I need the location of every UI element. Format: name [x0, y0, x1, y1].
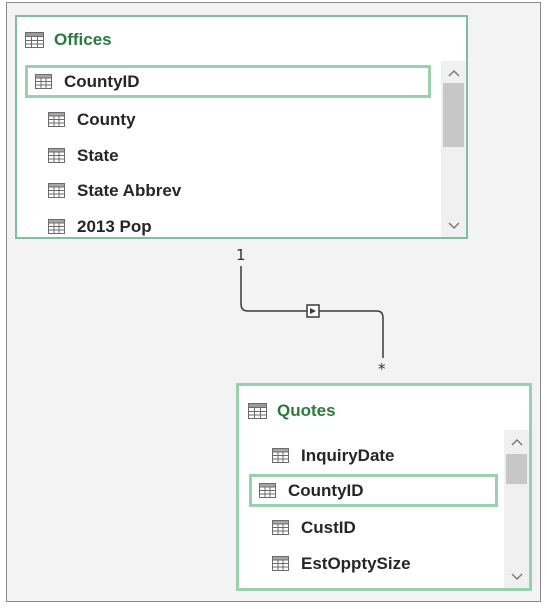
quotes-field-estopptysize[interactable]: EstOpptySize [262, 548, 498, 579]
field-icon [272, 448, 289, 463]
field-icon [48, 183, 65, 198]
quotes-field-countyid[interactable]: CountyID [249, 474, 498, 507]
offices-table[interactable]: Offices CountyID County State State Abbr… [15, 15, 468, 239]
field-icon [259, 483, 276, 498]
offices-header[interactable]: Offices [25, 26, 112, 54]
quotes-field-custid[interactable]: CustID [262, 512, 498, 543]
offices-title: Offices [54, 30, 112, 49]
offices-field-state[interactable]: State [38, 140, 428, 171]
relationship-many-label: * [378, 360, 386, 378]
chevron-up-icon[interactable] [441, 64, 466, 82]
field-label: State [77, 145, 119, 165]
chevron-up-icon[interactable] [504, 433, 529, 451]
field-label: CountyID [64, 71, 140, 91]
field-label: EstOpptySize [301, 553, 411, 573]
offices-field-2013-pop[interactable]: 2013 Pop [38, 211, 428, 236]
field-icon [48, 219, 65, 234]
field-icon [48, 148, 65, 163]
quotes-header[interactable]: Quotes [248, 397, 336, 425]
offices-scroll-thumb[interactable] [443, 83, 464, 147]
chevron-down-icon[interactable] [504, 568, 529, 586]
offices-field-county[interactable]: County [38, 104, 428, 135]
offices-field-state-abbrev[interactable]: State Abbrev [38, 175, 428, 206]
field-icon [272, 556, 289, 571]
quotes-field-inquirydate[interactable]: InquiryDate [262, 440, 498, 471]
field-icon [35, 74, 52, 89]
quotes-scrollbar[interactable] [504, 430, 529, 588]
field-icon [272, 520, 289, 535]
offices-field-countyid[interactable]: CountyID [25, 65, 431, 98]
chevron-down-icon[interactable] [441, 217, 466, 235]
offices-field-list: CountyID County State State Abbrev 2013 … [17, 61, 439, 236]
table-icon [248, 403, 267, 419]
quotes-scroll-thumb[interactable] [506, 454, 527, 484]
quotes-title: Quotes [277, 401, 336, 420]
field-label: InquiryDate [301, 445, 395, 465]
relationship-one-label: 1 [236, 246, 246, 264]
table-icon [25, 32, 44, 48]
quotes-table[interactable]: Quotes InquiryDate CountyID CustID EstOp… [236, 383, 532, 591]
field-icon [48, 112, 65, 127]
filter-direction-arrow-icon [306, 304, 320, 318]
field-label: County [77, 109, 136, 129]
field-label: CustID [301, 517, 356, 537]
field-label: State Abbrev [77, 180, 182, 200]
field-label: CountyID [288, 480, 364, 500]
quotes-field-list: InquiryDate CountyID CustID EstOpptySize [239, 438, 503, 588]
field-label: 2013 Pop [77, 216, 152, 236]
offices-scrollbar[interactable] [441, 61, 466, 237]
